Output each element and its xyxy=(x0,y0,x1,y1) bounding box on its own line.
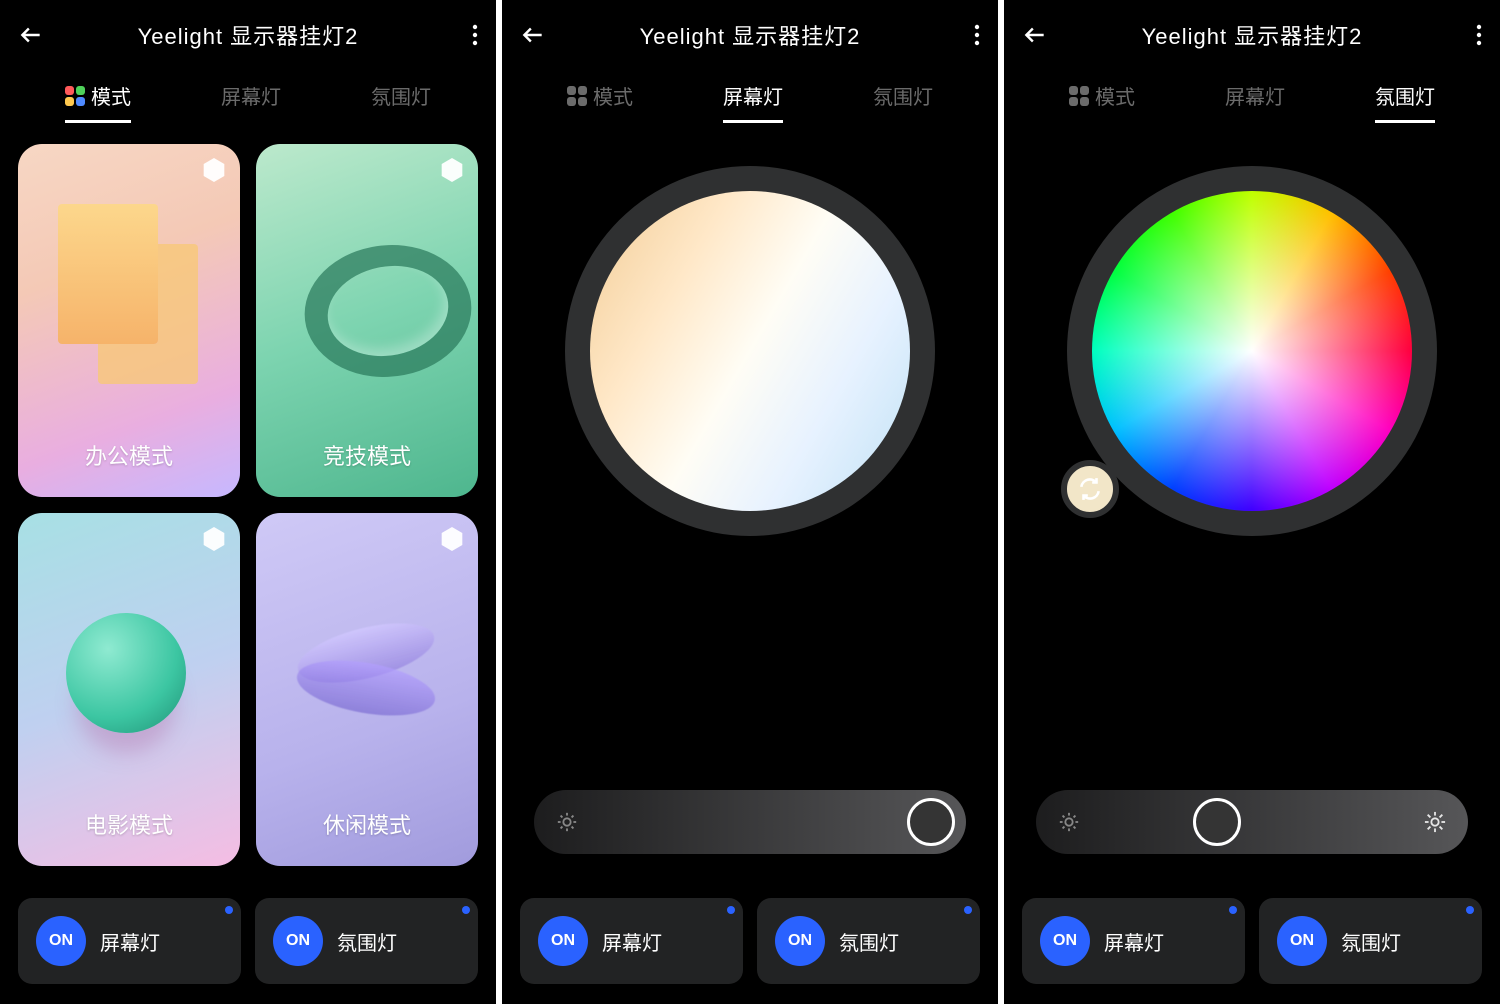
slider-thumb[interactable] xyxy=(1193,798,1241,846)
tab-ambient-light[interactable]: 氛围灯 xyxy=(371,81,431,123)
app-header: Yeelight 显示器挂灯2 xyxy=(0,0,496,70)
brightness-low-icon xyxy=(1058,811,1080,833)
tab-label: 模式 xyxy=(91,81,131,110)
mode-label: 电影模式 xyxy=(85,808,173,840)
tab-ambient-light[interactable]: 氛围灯 xyxy=(873,81,933,123)
mode-label: 休闲模式 xyxy=(323,808,411,840)
bottom-toggles: ON 屏幕灯 ON 氛围灯 xyxy=(502,884,998,1004)
tab-label: 氛围灯 xyxy=(1375,81,1435,110)
mode-card-office[interactable]: 办公模式 xyxy=(18,144,240,497)
rgb-color-wheel[interactable] xyxy=(1092,191,1412,511)
brightness-low-icon xyxy=(556,811,578,833)
mode-card-relax[interactable]: 休闲模式 xyxy=(256,513,478,866)
cct-color-wheel[interactable] xyxy=(590,191,910,511)
tab-label: 模式 xyxy=(593,81,633,110)
on-badge: ON xyxy=(775,916,825,966)
on-badge: ON xyxy=(538,916,588,966)
arrow-left-icon xyxy=(520,22,546,48)
gear-icon[interactable] xyxy=(202,158,226,182)
app-header: Yeelight 显示器挂灯2 xyxy=(502,0,998,70)
more-button[interactable] xyxy=(940,24,980,46)
on-badge: ON xyxy=(273,916,323,966)
screen-screen-light: Yeelight 显示器挂灯2 模式 屏幕灯 氛围灯 xyxy=(502,0,998,1004)
picker-area xyxy=(502,126,998,884)
tab-screen-light[interactable]: 屏幕灯 xyxy=(1225,81,1285,123)
grid-icon xyxy=(1069,86,1089,106)
screen-modes: Yeelight 显示器挂灯2 模式 屏幕灯 氛围灯 办公模式 竞技模式 电影模… xyxy=(0,0,496,1004)
screen-ambient-light: Yeelight 显示器挂灯2 模式 屏幕灯 氛围灯 xyxy=(1004,0,1500,1004)
swap-icon xyxy=(1077,476,1103,502)
swap-mode-button[interactable] xyxy=(1061,460,1119,518)
tab-mode[interactable]: 模式 xyxy=(1069,81,1135,123)
brightness-slider-row xyxy=(1034,790,1470,874)
mode-card-game[interactable]: 竞技模式 xyxy=(256,144,478,497)
tab-label: 氛围灯 xyxy=(371,81,431,110)
gear-icon[interactable] xyxy=(440,158,464,182)
tabs: 模式 屏幕灯 氛围灯 xyxy=(502,70,998,126)
mode-label: 办公模式 xyxy=(85,439,173,471)
color-wheel-ring xyxy=(565,166,935,536)
tab-label: 屏幕灯 xyxy=(1225,81,1285,110)
app-header: Yeelight 显示器挂灯2 xyxy=(1004,0,1500,70)
grid-icon xyxy=(567,86,587,106)
mode-card-movie[interactable]: 电影模式 xyxy=(18,513,240,866)
tab-label: 屏幕灯 xyxy=(221,81,281,110)
mode-label: 竞技模式 xyxy=(323,439,411,471)
toggle-screen-light[interactable]: ON 屏幕灯 xyxy=(1022,898,1245,984)
toggle-screen-light[interactable]: ON 屏幕灯 xyxy=(520,898,743,984)
more-button[interactable] xyxy=(438,24,478,46)
on-badge: ON xyxy=(1040,916,1090,966)
arrow-left-icon xyxy=(18,22,44,48)
on-badge: ON xyxy=(1277,916,1327,966)
brightness-slider[interactable] xyxy=(1036,790,1468,854)
slider-thumb[interactable] xyxy=(907,798,955,846)
tab-mode[interactable]: 模式 xyxy=(567,81,633,123)
kebab-icon xyxy=(472,24,478,46)
toggle-ambient-light[interactable]: ON 氛围灯 xyxy=(255,898,478,984)
on-badge: ON xyxy=(36,916,86,966)
mode-grid: 办公模式 竞技模式 电影模式 休闲模式 xyxy=(0,126,496,884)
kebab-icon xyxy=(974,24,980,46)
page-title: Yeelight 显示器挂灯2 xyxy=(1062,19,1442,51)
picker-area xyxy=(1004,126,1500,884)
tab-label: 屏幕灯 xyxy=(723,81,783,110)
toggle-screen-light[interactable]: ON 屏幕灯 xyxy=(18,898,241,984)
tab-label: 模式 xyxy=(1095,81,1135,110)
back-button[interactable] xyxy=(520,22,560,48)
tabs: 模式 屏幕灯 氛围灯 xyxy=(1004,70,1500,126)
page-title: Yeelight 显示器挂灯2 xyxy=(560,19,940,51)
gear-icon[interactable] xyxy=(440,527,464,551)
tab-mode[interactable]: 模式 xyxy=(65,81,131,123)
toggle-label: 氛围灯 xyxy=(337,927,397,956)
page-title: Yeelight 显示器挂灯2 xyxy=(58,19,438,51)
kebab-icon xyxy=(1476,24,1482,46)
back-button[interactable] xyxy=(1022,22,1062,48)
toggle-label: 屏幕灯 xyxy=(100,927,160,956)
toggle-label: 屏幕灯 xyxy=(1104,927,1164,956)
more-button[interactable] xyxy=(1442,24,1482,46)
color-wheel-ring xyxy=(1067,166,1437,536)
toggle-label: 氛围灯 xyxy=(839,927,899,956)
arrow-left-icon xyxy=(1022,22,1048,48)
bottom-toggles: ON 屏幕灯 ON 氛围灯 xyxy=(1004,884,1500,1004)
grid-icon xyxy=(65,86,85,106)
back-button[interactable] xyxy=(18,22,58,48)
tab-label: 氛围灯 xyxy=(873,81,933,110)
gear-icon[interactable] xyxy=(202,527,226,551)
bottom-toggles: ON 屏幕灯 ON 氛围灯 xyxy=(0,884,496,1004)
toggle-ambient-light[interactable]: ON 氛围灯 xyxy=(1259,898,1482,984)
tab-screen-light[interactable]: 屏幕灯 xyxy=(723,81,783,123)
brightness-high-icon xyxy=(1424,811,1446,833)
toggle-label: 屏幕灯 xyxy=(602,927,662,956)
tab-ambient-light[interactable]: 氛围灯 xyxy=(1375,81,1435,123)
toggle-ambient-light[interactable]: ON 氛围灯 xyxy=(757,898,980,984)
tabs: 模式 屏幕灯 氛围灯 xyxy=(0,70,496,126)
brightness-slider[interactable] xyxy=(534,790,966,854)
tab-screen-light[interactable]: 屏幕灯 xyxy=(221,81,281,123)
toggle-label: 氛围灯 xyxy=(1341,927,1401,956)
brightness-slider-row xyxy=(532,790,968,874)
